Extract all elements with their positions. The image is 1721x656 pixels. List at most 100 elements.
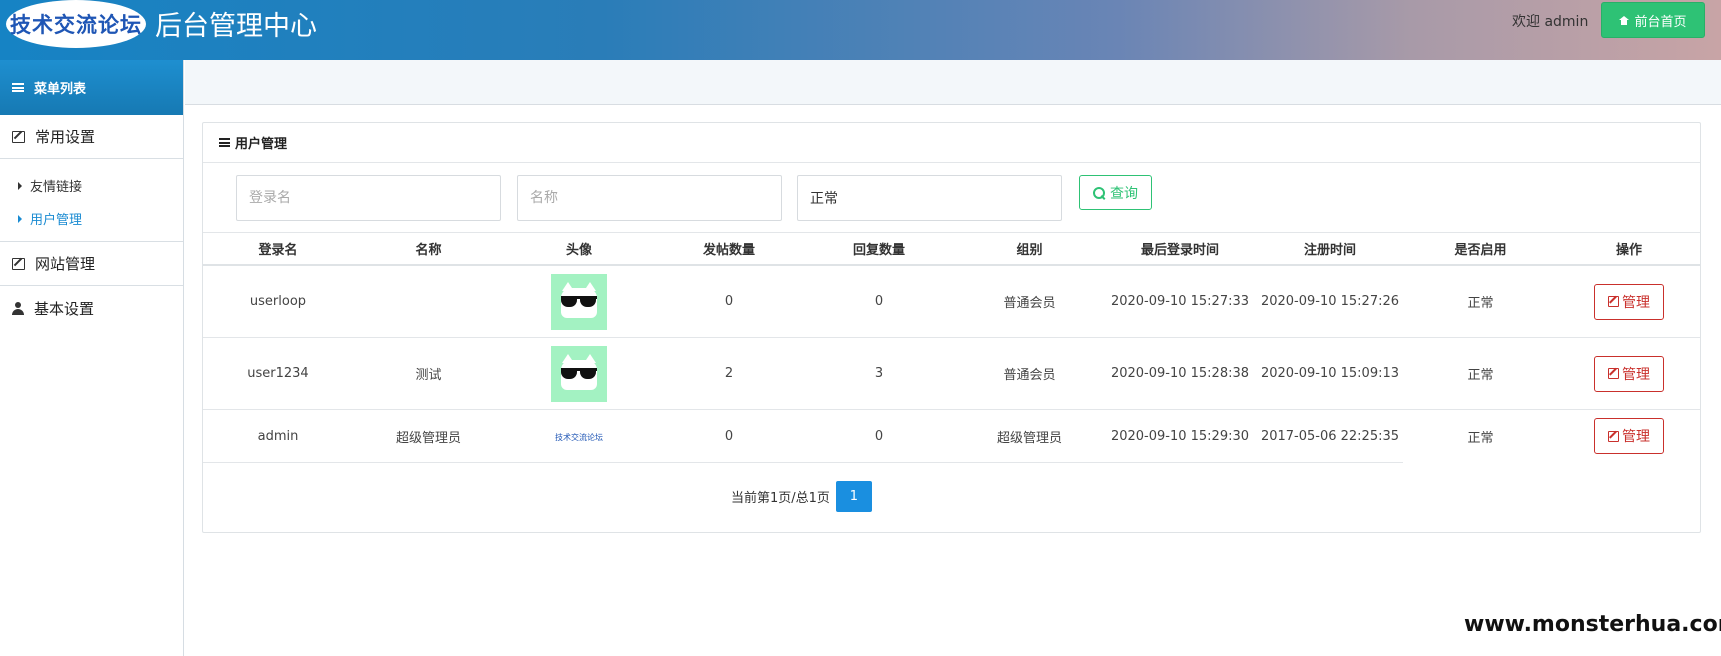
registered-cell: 2017-05-06 22:25:35 — [1260, 428, 1400, 444]
manage-button[interactable]: 管理 — [1594, 355, 1664, 392]
home-icon — [1619, 15, 1630, 25]
table-row: user1234 测试 2 3 普通会员 2020-09-10 15:28:38… — [203, 338, 1700, 410]
menu-list-title: 菜单列表 — [34, 82, 87, 97]
avatar-logo-image: 技术交流论坛 — [555, 432, 603, 442]
column-header[interactable]: 名称 — [353, 239, 504, 258]
sidebar-item-user-management[interactable]: 用户管理 — [0, 202, 183, 235]
panel-header: 用户管理 — [203, 123, 1700, 163]
status-input[interactable] — [797, 175, 1062, 221]
name-input[interactable] — [517, 175, 782, 221]
table-row: admin 超级管理员 技术交流论坛 0 0 超级管理员 2020-09-10 … — [203, 410, 1700, 462]
column-header[interactable]: 是否启用 — [1405, 239, 1556, 258]
user-table: 登录名 名称 头像 发帖数量 回复数量 组别 最后登录时间 注册时间 是否启用 … — [203, 232, 1700, 463]
sidebar-item-friend-links[interactable]: 友情链接 — [0, 169, 183, 202]
reply-count-cell: 0 — [874, 294, 884, 309]
status-cell: 正常 — [1467, 430, 1494, 446]
edit-icon — [1608, 368, 1619, 379]
sidebar: 菜单列表 常用设置 友情链接 用户管理 网站管理 基本设置 — [0, 60, 184, 656]
page-button[interactable]: 1 — [835, 481, 872, 512]
page-title: 后台管理中心 — [155, 11, 317, 42]
column-header[interactable]: 发帖数量 — [654, 239, 804, 258]
manage-button-label: 管理 — [1622, 429, 1650, 445]
reply-count-cell: 3 — [874, 366, 884, 381]
sidebar-group-label: 常用设置 — [35, 128, 96, 146]
site-logo[interactable]: 技术交流论坛 — [6, 0, 146, 48]
group-cell: 普通会员 — [1003, 296, 1056, 311]
login-name-cell: admin — [257, 428, 299, 444]
action-cell: 管理 — [1556, 283, 1702, 320]
home-button-label: 前台首页 — [1634, 14, 1687, 30]
manage-button-label: 管理 — [1622, 366, 1650, 383]
query-button-label: 查询 — [1110, 185, 1138, 202]
sidebar-group-basic-settings[interactable]: 基本设置 — [0, 286, 183, 330]
sunglasses-lens-right — [580, 295, 596, 307]
sunglasses-lens-left — [561, 295, 577, 307]
last-login-cell: 2020-09-10 15:28:38 — [1110, 366, 1250, 381]
user-management-panel: 用户管理 查询 登录名 名称 头像 发帖数量 回复数量 组别 最后登录时间 注册… — [202, 122, 1701, 533]
manage-button[interactable]: 管理 — [1594, 418, 1664, 454]
status-cell: 正常 — [1467, 368, 1494, 383]
list-icon — [219, 138, 230, 147]
sidebar-sub-list: 友情链接 用户管理 — [0, 159, 183, 242]
name-cell: 超级管理员 — [395, 430, 461, 446]
menu-list-header: 菜单列表 — [0, 60, 183, 115]
manage-button[interactable]: 管理 — [1594, 283, 1664, 320]
status-cell: 正常 — [1467, 296, 1494, 311]
action-cell: 管理 — [1556, 355, 1702, 392]
pagination: 当前第1页/总1页 1 — [731, 481, 872, 512]
panel-title: 用户管理 — [235, 137, 288, 152]
pagination-info: 当前第1页/总1页 — [731, 491, 830, 506]
edit-icon — [1608, 296, 1619, 307]
column-header[interactable]: 注册时间 — [1255, 239, 1405, 258]
action-cell: 管理 — [1556, 418, 1702, 454]
query-button[interactable]: 查询 — [1079, 175, 1152, 210]
last-login-cell: 2020-09-10 15:27:33 — [1110, 294, 1250, 309]
frontend-home-button[interactable]: 前台首页 — [1601, 2, 1705, 38]
table-bottom-divider — [203, 462, 1403, 463]
sidebar-item-label: 友情链接 — [30, 180, 83, 195]
sidebar-group-label: 网站管理 — [35, 255, 96, 273]
post-count-cell: 2 — [724, 366, 734, 381]
post-count-cell: 0 — [724, 294, 734, 309]
avatar-cell — [504, 345, 654, 402]
content-topbar — [185, 60, 1721, 105]
edit-icon — [1608, 430, 1619, 442]
search-form: 查询 — [203, 163, 1700, 233]
sidebar-group-website-management[interactable]: 网站管理 — [0, 242, 183, 286]
group-cell: 超级管理员 — [996, 430, 1062, 446]
caret-right-icon — [18, 181, 22, 190]
registered-cell: 2020-09-10 15:27:26 — [1260, 294, 1400, 309]
welcome-text: 欢迎 admin — [1512, 14, 1589, 30]
column-header[interactable]: 登录名 — [203, 239, 353, 258]
avatar-cell — [504, 273, 654, 330]
table-row: userloop 0 0 普通会员 2020-09-10 15:27:33 20… — [203, 266, 1700, 338]
search-icon — [1093, 186, 1105, 199]
column-header[interactable]: 组别 — [954, 239, 1105, 258]
watermark: www.monsterhua.com — [1464, 612, 1721, 637]
top-header: 技术交流论坛 后台管理中心 欢迎 admin 前台首页 — [0, 0, 1721, 60]
column-header[interactable]: 回复数量 — [804, 239, 954, 258]
last-login-cell: 2020-09-10 15:29:30 — [1110, 428, 1250, 444]
avatar — [551, 345, 607, 402]
name-cell: 测试 — [415, 368, 442, 383]
sunglasses-lens-left — [561, 367, 577, 379]
menu-icon — [12, 83, 24, 92]
login-name-cell: userloop — [249, 294, 307, 309]
post-count-cell: 0 — [724, 428, 734, 444]
sidebar-group-common-settings[interactable]: 常用设置 — [0, 115, 183, 159]
sidebar-group-label: 基本设置 — [34, 299, 95, 318]
table-header: 登录名 名称 头像 发帖数量 回复数量 组别 最后登录时间 注册时间 是否启用 … — [203, 232, 1700, 266]
login-name-cell: user1234 — [247, 366, 309, 381]
user-icon — [12, 301, 24, 315]
column-header[interactable]: 头像 — [504, 239, 654, 258]
column-header[interactable]: 最后登录时间 — [1105, 239, 1255, 258]
edit-icon — [12, 130, 25, 143]
edit-icon — [12, 257, 25, 270]
registered-cell: 2020-09-10 15:09:13 — [1260, 366, 1400, 381]
caret-right-icon — [18, 214, 22, 223]
avatar — [551, 273, 607, 330]
sunglasses-lens-right — [580, 367, 596, 379]
column-header[interactable]: 操作 — [1556, 239, 1702, 258]
group-cell: 普通会员 — [1003, 368, 1056, 383]
login-name-input[interactable] — [236, 175, 501, 221]
